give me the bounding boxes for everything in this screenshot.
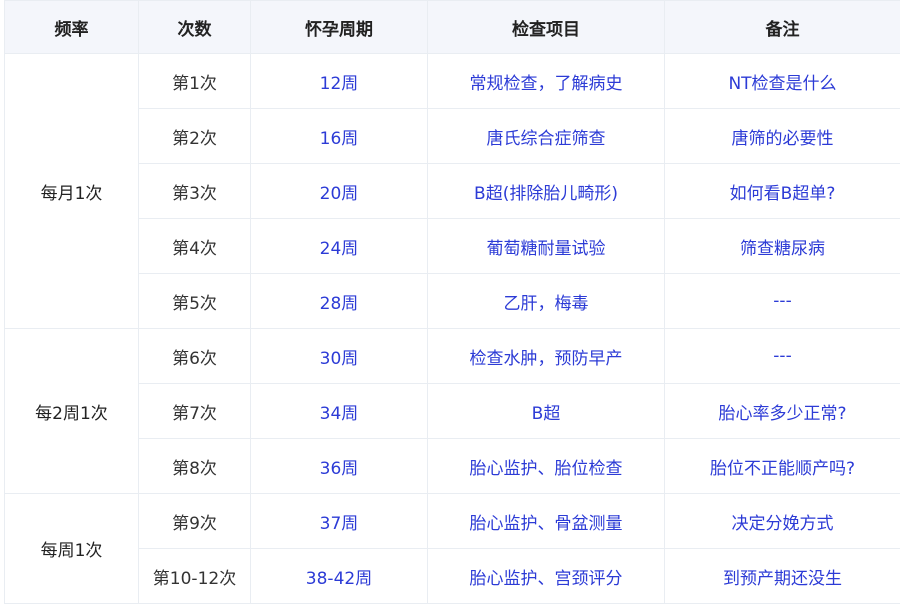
item-link[interactable]: 胎心监护、胎位检查 — [428, 439, 665, 494]
item-link[interactable]: 检查水肿，预防早产 — [428, 329, 665, 384]
item-link[interactable]: 胎心监护、宫颈评分 — [428, 549, 665, 604]
table-row: 第10-12次 38-42周 胎心监护、宫颈评分 到预产期还没生 — [5, 549, 900, 604]
header-count: 次数 — [139, 1, 251, 54]
note-link[interactable]: 决定分娩方式 — [665, 494, 900, 549]
item-link[interactable]: 常规检查，了解病史 — [428, 54, 665, 109]
week-link[interactable]: 16周 — [251, 109, 428, 164]
note-link[interactable]: --- — [665, 329, 900, 384]
table-row: 第4次 24周 葡萄糖耐量试验 筛查糖尿病 — [5, 219, 900, 274]
note-link[interactable]: 如何看B超单? — [665, 164, 900, 219]
table-row: 第7次 34周 B超 胎心率多少正常? — [5, 384, 900, 439]
week-link[interactable]: 34周 — [251, 384, 428, 439]
week-link[interactable]: 20周 — [251, 164, 428, 219]
prenatal-checkup-table: 频率 次数 怀孕周期 检查项目 备注 每月1次 第1次 12周 常规检查，了解病… — [4, 0, 900, 604]
note-link[interactable]: 胎位不正能顺产吗? — [665, 439, 900, 494]
table-header: 频率 次数 怀孕周期 检查项目 备注 — [5, 1, 900, 54]
table-row: 第3次 20周 B超(排除胎儿畸形) 如何看B超单? — [5, 164, 900, 219]
header-row: 频率 次数 怀孕周期 检查项目 备注 — [5, 1, 900, 54]
table-row: 每周1次 第9次 37周 胎心监护、骨盆测量 决定分娩方式 — [5, 494, 900, 549]
header-item: 检查项目 — [428, 1, 665, 54]
note-link[interactable]: 筛查糖尿病 — [665, 219, 900, 274]
count-cell: 第4次 — [139, 219, 251, 274]
week-link[interactable]: 36周 — [251, 439, 428, 494]
table-row: 每2周1次 第6次 30周 检查水肿，预防早产 --- — [5, 329, 900, 384]
table-row: 第8次 36周 胎心监护、胎位检查 胎位不正能顺产吗? — [5, 439, 900, 494]
header-note: 备注 — [665, 1, 900, 54]
note-link[interactable]: 到预产期还没生 — [665, 549, 900, 604]
frequency-cell-weekly: 每周1次 — [5, 494, 139, 604]
item-link[interactable]: 葡萄糖耐量试验 — [428, 219, 665, 274]
count-cell: 第6次 — [139, 329, 251, 384]
note-link[interactable]: NT检查是什么 — [665, 54, 900, 109]
frequency-cell-biweekly: 每2周1次 — [5, 329, 139, 494]
count-cell: 第1次 — [139, 54, 251, 109]
week-link[interactable]: 12周 — [251, 54, 428, 109]
week-link[interactable]: 38-42周 — [251, 549, 428, 604]
item-link[interactable]: 胎心监护、骨盆测量 — [428, 494, 665, 549]
table-row: 第2次 16周 唐氏综合症筛查 唐筛的必要性 — [5, 109, 900, 164]
header-frequency: 频率 — [5, 1, 139, 54]
note-link[interactable]: 胎心率多少正常? — [665, 384, 900, 439]
item-link[interactable]: 乙肝，梅毒 — [428, 274, 665, 329]
table-row: 每月1次 第1次 12周 常规检查，了解病史 NT检查是什么 — [5, 54, 900, 109]
table-row: 第5次 28周 乙肝，梅毒 --- — [5, 274, 900, 329]
note-link[interactable]: 唐筛的必要性 — [665, 109, 900, 164]
week-link[interactable]: 37周 — [251, 494, 428, 549]
week-link[interactable]: 28周 — [251, 274, 428, 329]
table-body: 每月1次 第1次 12周 常规检查，了解病史 NT检查是什么 第2次 16周 唐… — [5, 54, 900, 604]
item-link[interactable]: B超(排除胎儿畸形) — [428, 164, 665, 219]
item-link[interactable]: 唐氏综合症筛查 — [428, 109, 665, 164]
header-week: 怀孕周期 — [251, 1, 428, 54]
week-link[interactable]: 30周 — [251, 329, 428, 384]
frequency-cell-monthly: 每月1次 — [5, 54, 139, 329]
count-cell: 第2次 — [139, 109, 251, 164]
week-link[interactable]: 24周 — [251, 219, 428, 274]
count-cell: 第8次 — [139, 439, 251, 494]
item-link[interactable]: B超 — [428, 384, 665, 439]
count-cell: 第3次 — [139, 164, 251, 219]
count-cell: 第9次 — [139, 494, 251, 549]
count-cell: 第7次 — [139, 384, 251, 439]
note-link[interactable]: --- — [665, 274, 900, 329]
count-cell: 第5次 — [139, 274, 251, 329]
count-cell: 第10-12次 — [139, 549, 251, 604]
